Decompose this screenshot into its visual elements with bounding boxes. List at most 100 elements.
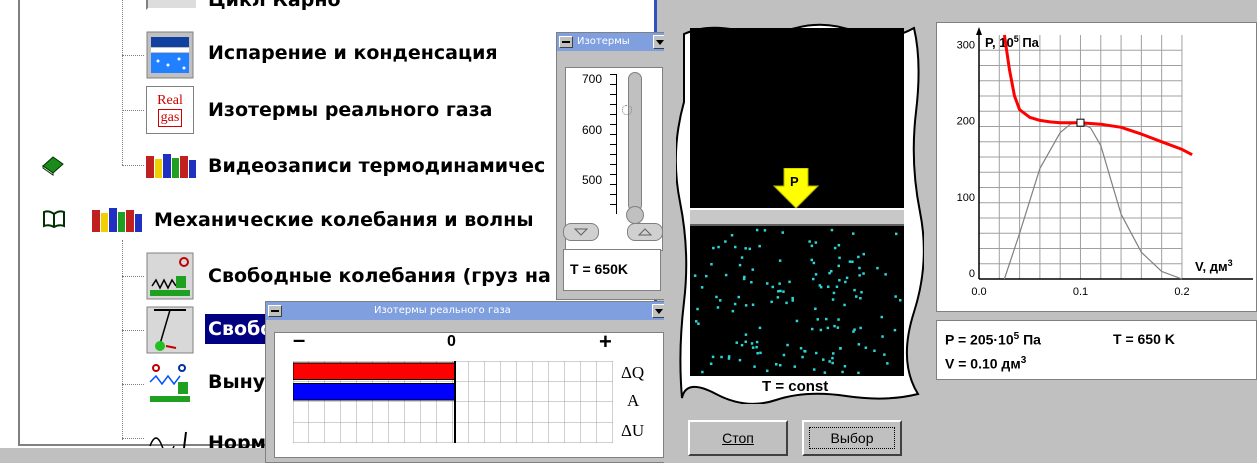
molecule <box>759 351 762 355</box>
molecule <box>751 303 755 306</box>
tree-item-label: Цикл Карно <box>208 0 341 11</box>
tree-item-label: Свобо <box>208 318 274 340</box>
molecule <box>831 356 834 360</box>
tree-line <box>122 110 144 111</box>
molecule <box>862 272 865 275</box>
system-menu-button[interactable] <box>559 36 573 48</box>
molecule <box>814 307 817 310</box>
molecule <box>835 285 839 288</box>
molecule <box>852 232 855 235</box>
molecule <box>860 291 863 294</box>
tree-item-videos[interactable]: Видеозаписи термодинамичес <box>146 152 546 180</box>
tree-item-label: Видеозаписи термодинамичес <box>208 155 546 177</box>
evaporation-icon <box>146 31 194 79</box>
piston-label: P <box>790 174 799 189</box>
gas-molecules <box>693 228 902 375</box>
molecule <box>837 244 841 247</box>
molecule-space <box>690 226 904 376</box>
molecule <box>756 352 759 355</box>
books-icon <box>92 208 142 232</box>
molecule <box>830 228 834 232</box>
x-axis-label: V, дм3 <box>1195 258 1233 274</box>
scroll-up-button[interactable] <box>627 223 663 241</box>
molecule <box>766 369 769 373</box>
molecule <box>827 285 830 288</box>
zero-label: 0 <box>447 333 456 350</box>
molecule <box>831 361 834 365</box>
molecule <box>843 303 846 307</box>
thermometer-tube[interactable] <box>628 72 642 212</box>
molecule <box>853 328 856 331</box>
x-tick-label: 0.0 <box>971 286 986 298</box>
real-gas-icon: Real gas <box>146 86 194 134</box>
molecule <box>819 328 823 332</box>
tree-item-carnot[interactable]: Цикл Карно <box>146 0 476 12</box>
molecule <box>859 326 862 330</box>
molecule <box>841 370 844 374</box>
molecule <box>791 299 794 302</box>
tree-item-label: Свободные колебания (груз на <box>208 265 551 287</box>
tree-line <box>122 330 144 331</box>
molecule <box>825 317 828 321</box>
molecule <box>822 358 825 361</box>
scroll-down-button[interactable] <box>563 223 599 241</box>
molecule <box>727 357 731 360</box>
x-tick-label: 0.2 <box>1174 286 1189 298</box>
piston[interactable] <box>690 208 904 226</box>
molecule <box>880 315 883 319</box>
stop-button[interactable]: Стоп <box>688 420 788 456</box>
molecule <box>716 306 720 309</box>
molecule <box>816 318 819 321</box>
molecule <box>715 295 718 299</box>
molecule <box>740 256 744 259</box>
molecule <box>755 228 759 232</box>
molecule <box>808 240 811 243</box>
molecule <box>777 290 780 293</box>
molecule <box>853 288 856 292</box>
molecule <box>738 263 742 267</box>
molecule <box>785 301 788 305</box>
y-axis-label: P, 105 Па <box>985 34 1040 50</box>
energy-title: Изотермы реального газа <box>374 305 511 316</box>
molecule <box>717 245 720 249</box>
tree-item-pendulum[interactable]: Свобо <box>146 306 276 354</box>
molecule <box>857 343 861 346</box>
system-menu-button[interactable] <box>268 305 282 317</box>
pressure-readout: P = 205·105 Па <box>945 331 1041 348</box>
energy-panel: – 0 + ΔQ A ΔU <box>274 327 664 458</box>
minus-sign: – <box>293 327 306 352</box>
tree-item-mechanics[interactable]: Механические колебания и волны <box>92 206 552 234</box>
y-axis-arrow <box>976 27 982 35</box>
tree-item-real-gas[interactable]: Real gas Изотермы реального газа <box>146 86 526 134</box>
tree-item-free-oscillations[interactable]: Свободные колебания (груз на <box>146 252 566 300</box>
molecule <box>712 246 715 250</box>
select-button[interactable]: Выбор <box>802 420 902 456</box>
molecule <box>812 261 816 265</box>
molecule <box>755 345 758 349</box>
molecule <box>696 307 699 311</box>
molecule <box>838 279 841 282</box>
energy-label-dq: ΔQ <box>621 363 645 382</box>
molecule <box>843 365 847 368</box>
molecule <box>788 280 791 284</box>
saturation-curve <box>1003 122 1183 280</box>
molecule <box>859 297 862 300</box>
molecule <box>755 340 759 344</box>
molecule <box>719 299 722 302</box>
molecule <box>770 300 773 304</box>
books-icon <box>146 154 196 178</box>
tree-item-normal-modes[interactable]: Норм <box>146 426 276 448</box>
molecule <box>873 349 876 352</box>
tree-line <box>122 0 124 165</box>
molecule <box>709 362 713 365</box>
thermometer-slider-handle[interactable] <box>622 105 632 115</box>
tree-item-evaporation[interactable]: Испарение и конденсация <box>146 31 526 79</box>
molecule <box>705 274 708 278</box>
tree-item-forced[interactable]: Выну <box>146 362 276 406</box>
molecule <box>881 335 884 338</box>
molecule <box>819 285 823 289</box>
molecule <box>733 302 737 306</box>
molecule <box>855 295 858 298</box>
molecule <box>720 355 723 359</box>
molecule <box>775 363 778 366</box>
